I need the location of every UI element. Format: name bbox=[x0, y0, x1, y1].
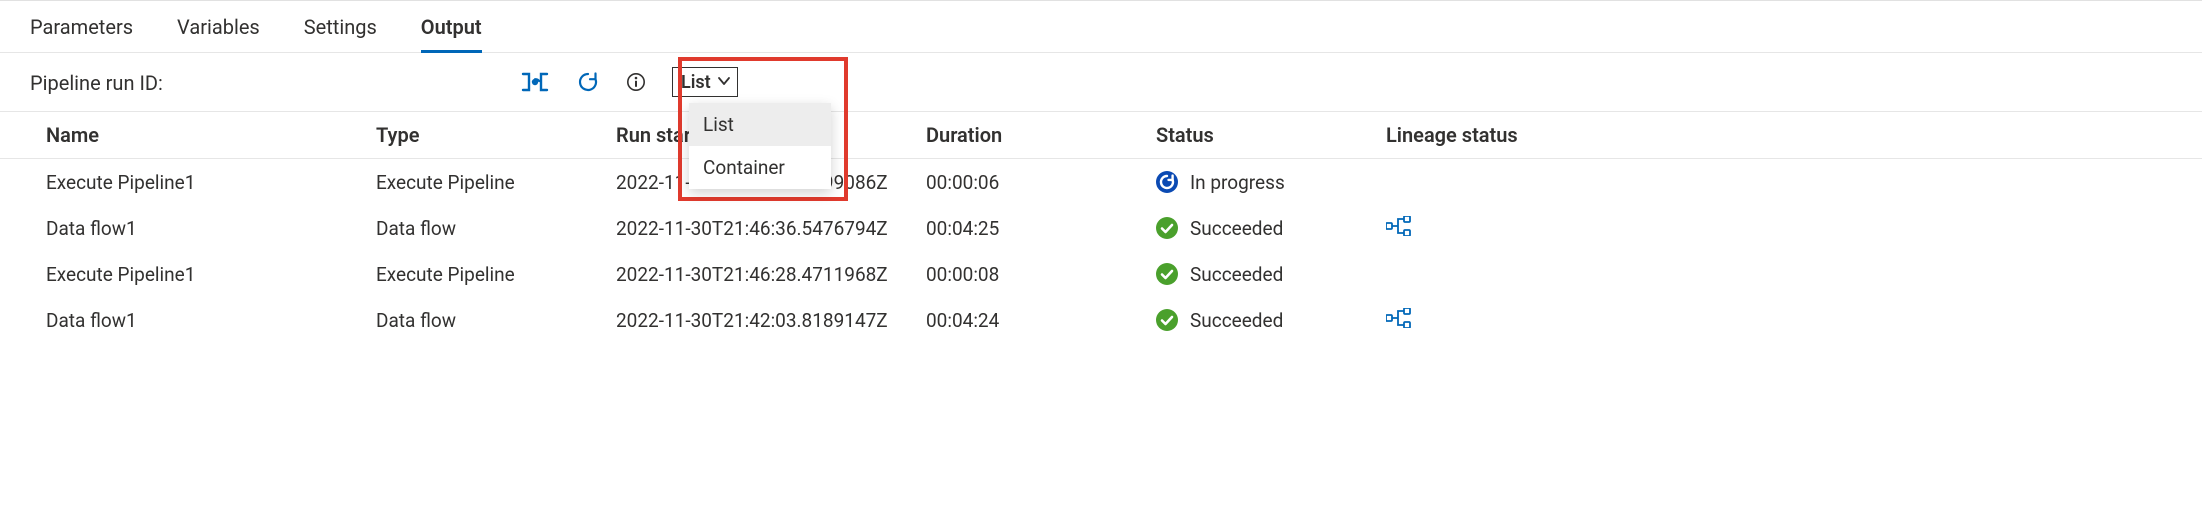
col-type[interactable]: Type bbox=[376, 123, 616, 147]
lineage-icon[interactable] bbox=[1386, 216, 1412, 241]
view-mode-selected: List bbox=[681, 72, 711, 93]
cell-name: Data flow1 bbox=[46, 309, 376, 332]
status-text: Succeeded bbox=[1190, 217, 1283, 240]
cell-run-start: 2022-11-30T21:42:03.8189147Z bbox=[616, 309, 926, 332]
cell-duration: 00:00:06 bbox=[926, 171, 1156, 194]
cell-status: Succeeded bbox=[1156, 263, 1386, 286]
cell-run-start: 2022-11-30T21:46:36.5476794Z bbox=[616, 217, 926, 240]
table-row[interactable]: Data flow1Data flow2022-11-30T21:42:03.8… bbox=[0, 297, 2202, 343]
table-row[interactable]: Data flow1Data flow2022-11-30T21:46:36.5… bbox=[0, 205, 2202, 251]
cell-lineage[interactable] bbox=[1386, 308, 1586, 333]
table-row[interactable]: Execute Pipeline1Execute Pipeline2022-11… bbox=[0, 251, 2202, 297]
tab-output[interactable]: Output bbox=[421, 1, 482, 53]
cell-name: Execute Pipeline1 bbox=[46, 171, 376, 194]
cell-lineage[interactable] bbox=[1386, 216, 1586, 241]
tab-bar: Parameters Variables Settings Output bbox=[0, 1, 2202, 53]
col-duration[interactable]: Duration bbox=[926, 123, 1156, 147]
activity-runs-table: Name Type Run start Duration Status Line… bbox=[0, 111, 2202, 343]
view-mode-dropdown: List Container bbox=[689, 103, 831, 189]
status-text: Succeeded bbox=[1190, 309, 1283, 332]
view-mode-option-container[interactable]: Container bbox=[689, 146, 831, 189]
tab-parameters[interactable]: Parameters bbox=[30, 1, 133, 53]
info-icon[interactable] bbox=[626, 72, 646, 92]
cell-duration: 00:04:24 bbox=[926, 309, 1156, 332]
cell-type: Execute Pipeline bbox=[376, 171, 616, 194]
table-header: Name Type Run start Duration Status Line… bbox=[0, 111, 2202, 159]
in-progress-icon bbox=[1156, 171, 1178, 193]
view-mode-option-list[interactable]: List bbox=[689, 103, 831, 146]
col-status[interactable]: Status bbox=[1156, 123, 1386, 147]
cell-type: Data flow bbox=[376, 217, 616, 240]
output-toolbar: Pipeline run ID: List bbox=[0, 53, 2202, 111]
cell-run-start: 2022-11-30T21:46:28.4711968Z bbox=[616, 263, 926, 286]
cell-status: In progress bbox=[1156, 171, 1386, 194]
cell-type: Data flow bbox=[376, 309, 616, 332]
cell-status: Succeeded bbox=[1156, 309, 1386, 332]
tab-settings[interactable]: Settings bbox=[304, 1, 377, 53]
cell-status: Succeeded bbox=[1156, 217, 1386, 240]
cell-name: Execute Pipeline1 bbox=[46, 263, 376, 286]
status-text: In progress bbox=[1190, 171, 1285, 194]
tab-variables[interactable]: Variables bbox=[177, 1, 260, 53]
cell-type: Execute Pipeline bbox=[376, 263, 616, 286]
success-icon bbox=[1156, 217, 1178, 239]
success-icon bbox=[1156, 263, 1178, 285]
success-icon bbox=[1156, 309, 1178, 331]
refresh-icon[interactable] bbox=[576, 70, 600, 94]
view-mode-select[interactable]: List bbox=[672, 67, 738, 97]
pipeline-run-id-label: Pipeline run ID: bbox=[30, 71, 163, 95]
cell-duration: 00:04:25 bbox=[926, 217, 1156, 240]
cell-duration: 00:00:08 bbox=[926, 263, 1156, 286]
col-name[interactable]: Name bbox=[46, 123, 376, 147]
cell-name: Data flow1 bbox=[46, 217, 376, 240]
input-output-icon[interactable] bbox=[520, 71, 550, 93]
table-row[interactable]: Execute Pipeline1Execute Pipeline2022-11… bbox=[0, 159, 2202, 205]
chevron-down-icon bbox=[717, 72, 731, 93]
status-text: Succeeded bbox=[1190, 263, 1283, 286]
lineage-icon[interactable] bbox=[1386, 308, 1412, 333]
col-lineage[interactable]: Lineage status bbox=[1386, 123, 1586, 147]
